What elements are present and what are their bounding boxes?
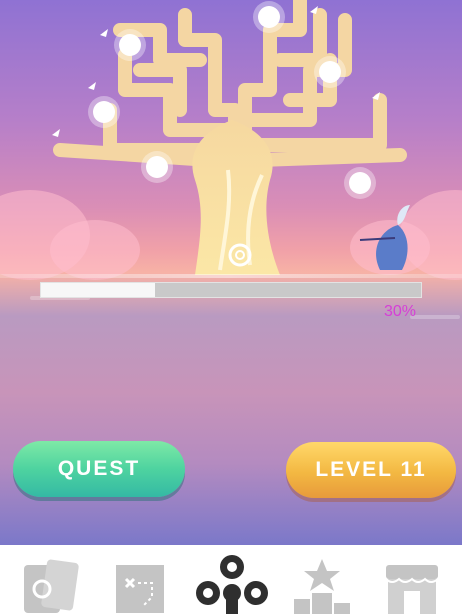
level-progress-bar [40,282,422,298]
tree-nodes-icon [196,555,268,614]
nav-map[interactable] [102,553,182,614]
game-scene: 30% QUEST LEVEL 11 [0,0,462,545]
horizon-line [0,274,462,278]
shop-icon [385,565,439,614]
podium-star-icon [294,559,350,614]
quest-button[interactable]: QUEST [13,441,185,497]
water-reflection [410,315,460,319]
progress-bar-fill [41,283,155,297]
level-button[interactable]: LEVEL 11 [286,442,456,498]
cards-icon [24,559,79,613]
tree-illustration [52,0,410,275]
progress-percent-label: 30% [384,303,417,320]
nav-shop[interactable] [374,553,454,614]
nav-tree[interactable] [192,553,272,614]
nav-leaderboard[interactable] [286,553,366,614]
treasure-map-icon [116,565,164,613]
nav-cards[interactable] [14,553,94,614]
bottom-nav-bar [0,545,462,614]
